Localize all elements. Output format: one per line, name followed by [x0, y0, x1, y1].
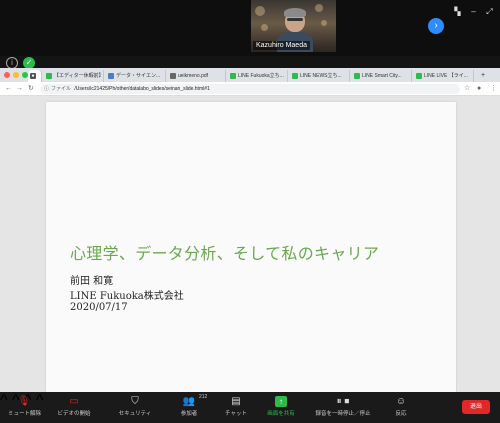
view-controls: ▚ – ⤢ — [453, 7, 494, 16]
audio-options-chevron-icon[interactable]: ^ — [0, 392, 8, 409]
bookmark-star-icon[interactable]: ☆ — [464, 84, 470, 94]
zoom-gallery-strip: Kazuhiro Maeda › ▚ – ⤢ — [0, 0, 500, 56]
shared-browser-window: ● 【エディター休暇前】 データ・サイエン... ueikmeno.pdf LI… — [0, 68, 500, 392]
tab-favicon-icon — [416, 73, 422, 79]
emoji-reaction-icon: ☺ — [395, 396, 407, 407]
security-label: セキュリティ — [118, 411, 152, 417]
address-bar[interactable]: ⓘ ファイル /Users/ic21425/Ph/other/datalabo_s… — [40, 84, 460, 94]
record-label: 録音を一時停止／停止 — [315, 411, 371, 417]
tab-active[interactable]: ● — [28, 70, 42, 82]
chat-label: チャット — [225, 411, 247, 417]
url-text: /Users/ic21425/Ph/other/datalabo_slides/… — [74, 86, 210, 92]
participants-label: 参加者 — [180, 411, 198, 417]
tab-favicon-icon — [170, 73, 176, 79]
tab-7[interactable]: LINE LIVE 【ライ... — [414, 70, 474, 82]
next-page-button[interactable]: › — [428, 18, 444, 34]
page-viewport: 心理学、データ分析、そして私のキャリア 前田 和寛 LINE Fukuoka株式… — [0, 96, 500, 392]
tab-label: LINE NEWS立ち... — [300, 73, 342, 79]
zoom-window: Kazuhiro Maeda › ▚ – ⤢ i ✓ ● 【エディター休暇前】 — [0, 0, 500, 423]
security-button[interactable]: ⛉ セキュリティ — [118, 396, 152, 417]
github-icon: ● — [30, 73, 36, 79]
reactions-label: 反応 — [395, 411, 407, 417]
leave-meeting-button[interactable]: 退出 — [462, 400, 490, 414]
window-controls — [4, 72, 28, 78]
tab-2[interactable]: データ・サイエン... — [106, 70, 166, 82]
tab-label: LINE Fukuoka立ち... — [238, 73, 284, 79]
slide-date: 2020/07/17 — [70, 302, 128, 313]
profile-icon[interactable]: ● — [477, 84, 481, 94]
record-control-button[interactable]: ⏸ ⏹ 録音を一時停止／停止 — [310, 396, 376, 417]
tab-label: データ・サイエン... — [116, 73, 161, 79]
gallery-view-icon[interactable]: ▚ — [453, 7, 462, 16]
pause-stop-icon: ⏸ ⏹ — [336, 396, 350, 407]
tab-label: LINE LIVE 【ライ... — [424, 73, 468, 79]
tab-1[interactable]: 【エディター休暇前】 — [44, 70, 104, 82]
minimize-window-icon[interactable] — [13, 72, 19, 78]
tab-favicon-icon — [46, 73, 52, 79]
participant-name: Kazuhiro Maeda — [253, 41, 310, 50]
video-label: ビデオの開始 — [57, 411, 91, 417]
chat-bubble-icon: ▤ — [231, 396, 241, 407]
shield-icon: ⛉ — [131, 396, 139, 407]
mute-label: ミュート解除 — [8, 411, 42, 417]
tab-label: ueikmeno.pdf — [178, 73, 209, 79]
back-icon[interactable]: ← — [5, 84, 12, 94]
info-icon: ⓘ — [44, 86, 50, 92]
start-video-button[interactable]: ▭ ビデオの開始 — [54, 396, 94, 417]
minimize-icon[interactable]: – — [469, 7, 478, 16]
participant-count: 212 — [199, 394, 208, 400]
share-label: 画面を共有 — [267, 411, 295, 417]
chat-button[interactable]: ▤ チャット — [223, 396, 249, 417]
presentation-slide: 心理学、データ分析、そして私のキャリア 前田 和寛 LINE Fukuoka株式… — [46, 102, 456, 392]
tab-favicon-icon — [354, 73, 360, 79]
tab-4[interactable]: LINE Fukuoka立ち... — [228, 70, 288, 82]
forward-icon[interactable]: → — [16, 84, 23, 94]
mute-button[interactable]: 🎙 ミュート解除 — [8, 396, 42, 417]
microphone-muted-icon: 🎙 — [17, 396, 31, 407]
close-window-icon[interactable] — [4, 72, 10, 78]
menu-icon[interactable]: ⋮ — [490, 84, 497, 94]
tab-3[interactable]: ueikmeno.pdf — [168, 70, 226, 82]
tab-bar: ● 【エディター休暇前】 データ・サイエン... ueikmeno.pdf LI… — [0, 68, 500, 82]
slide-author: 前田 和寛 — [70, 276, 114, 287]
fullscreen-icon[interactable]: ⤢ — [485, 7, 494, 16]
tab-favicon-icon — [108, 73, 114, 79]
share-screen-button[interactable]: ↑ 画面を共有 — [264, 396, 298, 417]
reactions-button[interactable]: ☺ 反応 — [390, 396, 412, 417]
tab-label: LINE Smart City... — [362, 73, 402, 79]
tab-favicon-icon — [230, 73, 236, 79]
toolbar: ← → ↻ ⓘ ファイル /Users/ic21425/Ph/other/data… — [0, 82, 500, 96]
share-screen-icon: ↑ — [275, 396, 287, 407]
new-tab-button[interactable]: + — [478, 70, 492, 82]
slide-title: 心理学、データ分析、そして私のキャリア — [70, 244, 380, 263]
scheme-label: ファイル — [51, 86, 72, 92]
slide-company: LINE Fukuoka株式会社 — [70, 291, 184, 302]
zoom-control-bar: 🎙 ミュート解除 ^ ▭ ビデオの開始 ^ ⛉ セキュリティ 👥 参加者 212… — [0, 392, 500, 423]
tab-6[interactable]: LINE Smart City... — [352, 70, 412, 82]
tab-label: 【エディター休暇前】 — [54, 73, 104, 79]
tab-favicon-icon — [292, 73, 298, 79]
reload-icon[interactable]: ↻ — [28, 84, 34, 94]
participant-video-tile[interactable]: Kazuhiro Maeda — [251, 0, 336, 52]
tab-5[interactable]: LINE NEWS立ち... — [290, 70, 350, 82]
video-camera-off-icon: ▭ — [69, 396, 79, 407]
